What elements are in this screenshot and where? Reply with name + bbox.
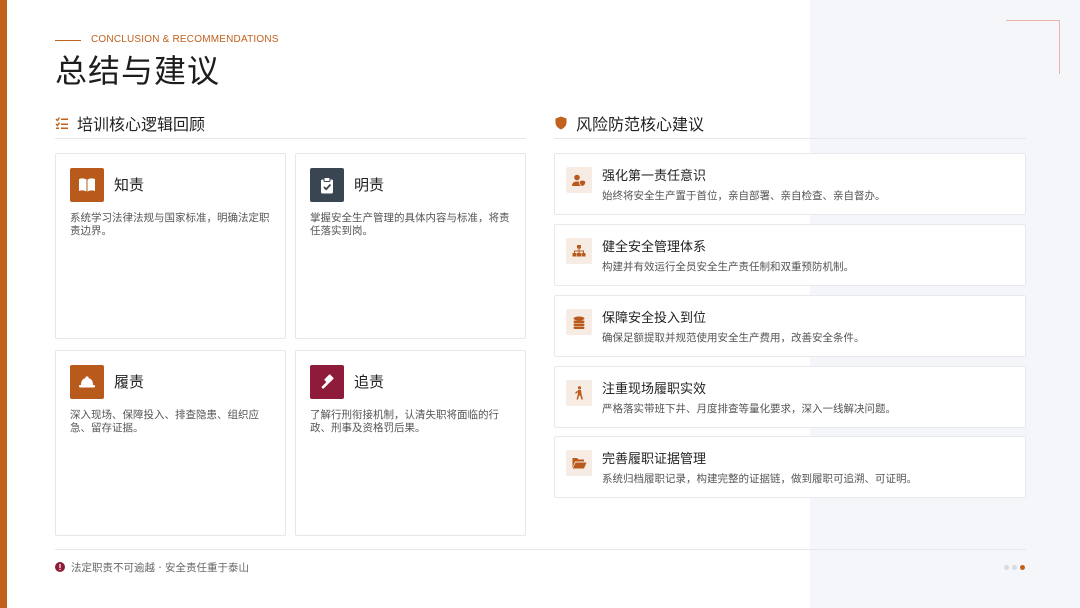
card-description: 深入现场、保障投入、排查隐患、组织应急、留存证据。 bbox=[70, 409, 259, 434]
card-title: 追责 bbox=[354, 373, 385, 391]
card-description: 了解行刑衔接机制，认清失职将面临的行政、刑事及资格罚后果。 bbox=[310, 409, 499, 434]
recommendation-description: 构建并有效运行全员安全生产责任制和双重预防机制。 bbox=[602, 261, 854, 273]
pagination-dot-active[interactable] bbox=[1020, 565, 1025, 570]
user-shield-icon bbox=[566, 167, 592, 193]
list-check-icon bbox=[55, 116, 69, 130]
shield-icon bbox=[554, 116, 568, 130]
page-title: 总结与建议 bbox=[55, 52, 221, 90]
pagination-dot[interactable] bbox=[1012, 565, 1017, 570]
exclamation-circle-icon bbox=[55, 562, 65, 572]
recommendation-item: 健全安全管理体系 构建并有效运行全员安全生产责任制和双重预防机制。 bbox=[554, 224, 1026, 286]
right-section-heading: 风险防范核心建议 bbox=[554, 108, 704, 138]
recommendation-title: 强化第一责任意识 bbox=[602, 169, 707, 184]
corner-decoration-horizontal bbox=[1006, 20, 1060, 21]
right-section-title: 风险防范核心建议 bbox=[576, 115, 705, 134]
recommendation-description: 严格落实带班下井、月度排查等量化要求，深入一线解决问题。 bbox=[602, 403, 896, 415]
left-section-heading: 培训核心逻辑回顾 bbox=[55, 108, 205, 138]
recommendation-item: 注重现场履职实效 严格落实带班下井、月度排查等量化要求，深入一线解决问题。 bbox=[554, 366, 1026, 428]
hard-hat-icon bbox=[70, 365, 104, 399]
left-section-title: 培训核心逻辑回顾 bbox=[77, 115, 206, 134]
walking-person-icon bbox=[566, 380, 592, 406]
card-zhuize: 追责 了解行刑衔接机制，认清失职将面临的行政、刑事及资格罚后果。 bbox=[295, 350, 526, 536]
footer-divider bbox=[55, 549, 1026, 550]
recommendation-description: 始终将安全生产置于首位，亲自部署、亲自检查、亲自督办。 bbox=[602, 190, 886, 202]
pagination-dot[interactable] bbox=[1004, 565, 1009, 570]
card-title: 履责 bbox=[114, 373, 145, 391]
corner-decoration-vertical bbox=[1059, 20, 1060, 74]
eyebrow-text: CONCLUSION & RECOMMENDATIONS bbox=[91, 34, 279, 45]
recommendation-item: 强化第一责任意识 始终将安全生产置于首位，亲自部署、亲自检查、亲自督办。 bbox=[554, 153, 1026, 215]
card-title: 知责 bbox=[114, 176, 145, 194]
card-description: 掌握安全生产管理的具体内容与标准，将责任落实到岗。 bbox=[310, 212, 510, 237]
card-title: 明责 bbox=[354, 176, 385, 194]
card-zhize: 知责 系统学习法律法规与国家标准，明确法定职责边界。 bbox=[55, 153, 286, 339]
folder-open-icon bbox=[566, 450, 592, 476]
recommendation-item: 完善履职证据管理 系统归档履职记录，构建完整的证据链，做到履职可追溯、可证明。 bbox=[554, 436, 1026, 498]
recommendation-title: 健全安全管理体系 bbox=[602, 240, 707, 255]
accent-bar bbox=[0, 0, 7, 608]
left-section-divider bbox=[55, 138, 526, 139]
eyebrow-line bbox=[55, 40, 81, 41]
recommendation-title: 完善履职证据管理 bbox=[602, 452, 707, 467]
footer-text: 法定职责不可逾越 · 安全责任重于泰山 bbox=[71, 562, 250, 574]
card-mingze: 明责 掌握安全生产管理的具体内容与标准，将责任落实到岗。 bbox=[295, 153, 526, 339]
pagination-dots bbox=[1004, 565, 1025, 570]
sitemap-icon bbox=[566, 238, 592, 264]
clipboard-check-icon bbox=[310, 168, 344, 202]
recommendation-item: 保障安全投入到位 确保足额提取并规范使用安全生产费用，改善安全条件。 bbox=[554, 295, 1026, 357]
recommendation-description: 系统归档履职记录，构建完整的证据链，做到履职可追溯、可证明。 bbox=[602, 473, 917, 485]
right-section-divider bbox=[554, 138, 1026, 139]
recommendation-description: 确保足额提取并规范使用安全生产费用，改善安全条件。 bbox=[602, 332, 865, 344]
card-description: 系统学习法律法规与国家标准，明确法定职责边界。 bbox=[70, 212, 270, 237]
recommendation-title: 注重现场履职实效 bbox=[602, 382, 707, 397]
coins-icon bbox=[566, 309, 592, 335]
gavel-icon bbox=[310, 365, 344, 399]
card-lvze: 履责 深入现场、保障投入、排查隐患、组织应急、留存证据。 bbox=[55, 350, 286, 536]
book-icon bbox=[70, 168, 104, 202]
recommendation-title: 保障安全投入到位 bbox=[602, 311, 707, 326]
